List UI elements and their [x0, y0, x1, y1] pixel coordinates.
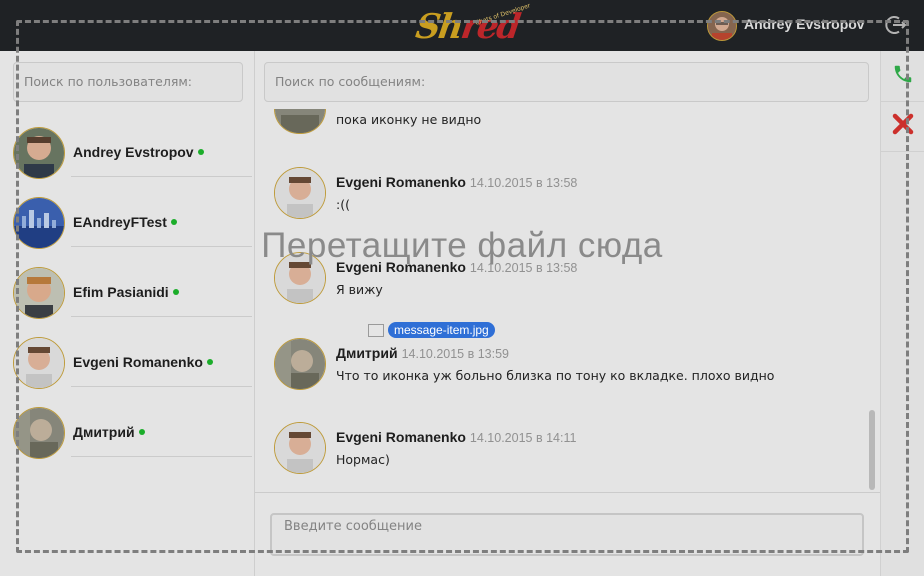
drop-zone-border [16, 20, 909, 553]
dragged-file-name: message-item.jpg [388, 322, 495, 338]
drop-overlay[interactable]: Перетащите файл сюда message-item.jpg [0, 0, 924, 576]
dragged-file[interactable]: message-item.jpg [368, 322, 495, 338]
file-icon [368, 323, 384, 337]
drop-zone-text: Перетащите файл сюда [261, 226, 663, 265]
